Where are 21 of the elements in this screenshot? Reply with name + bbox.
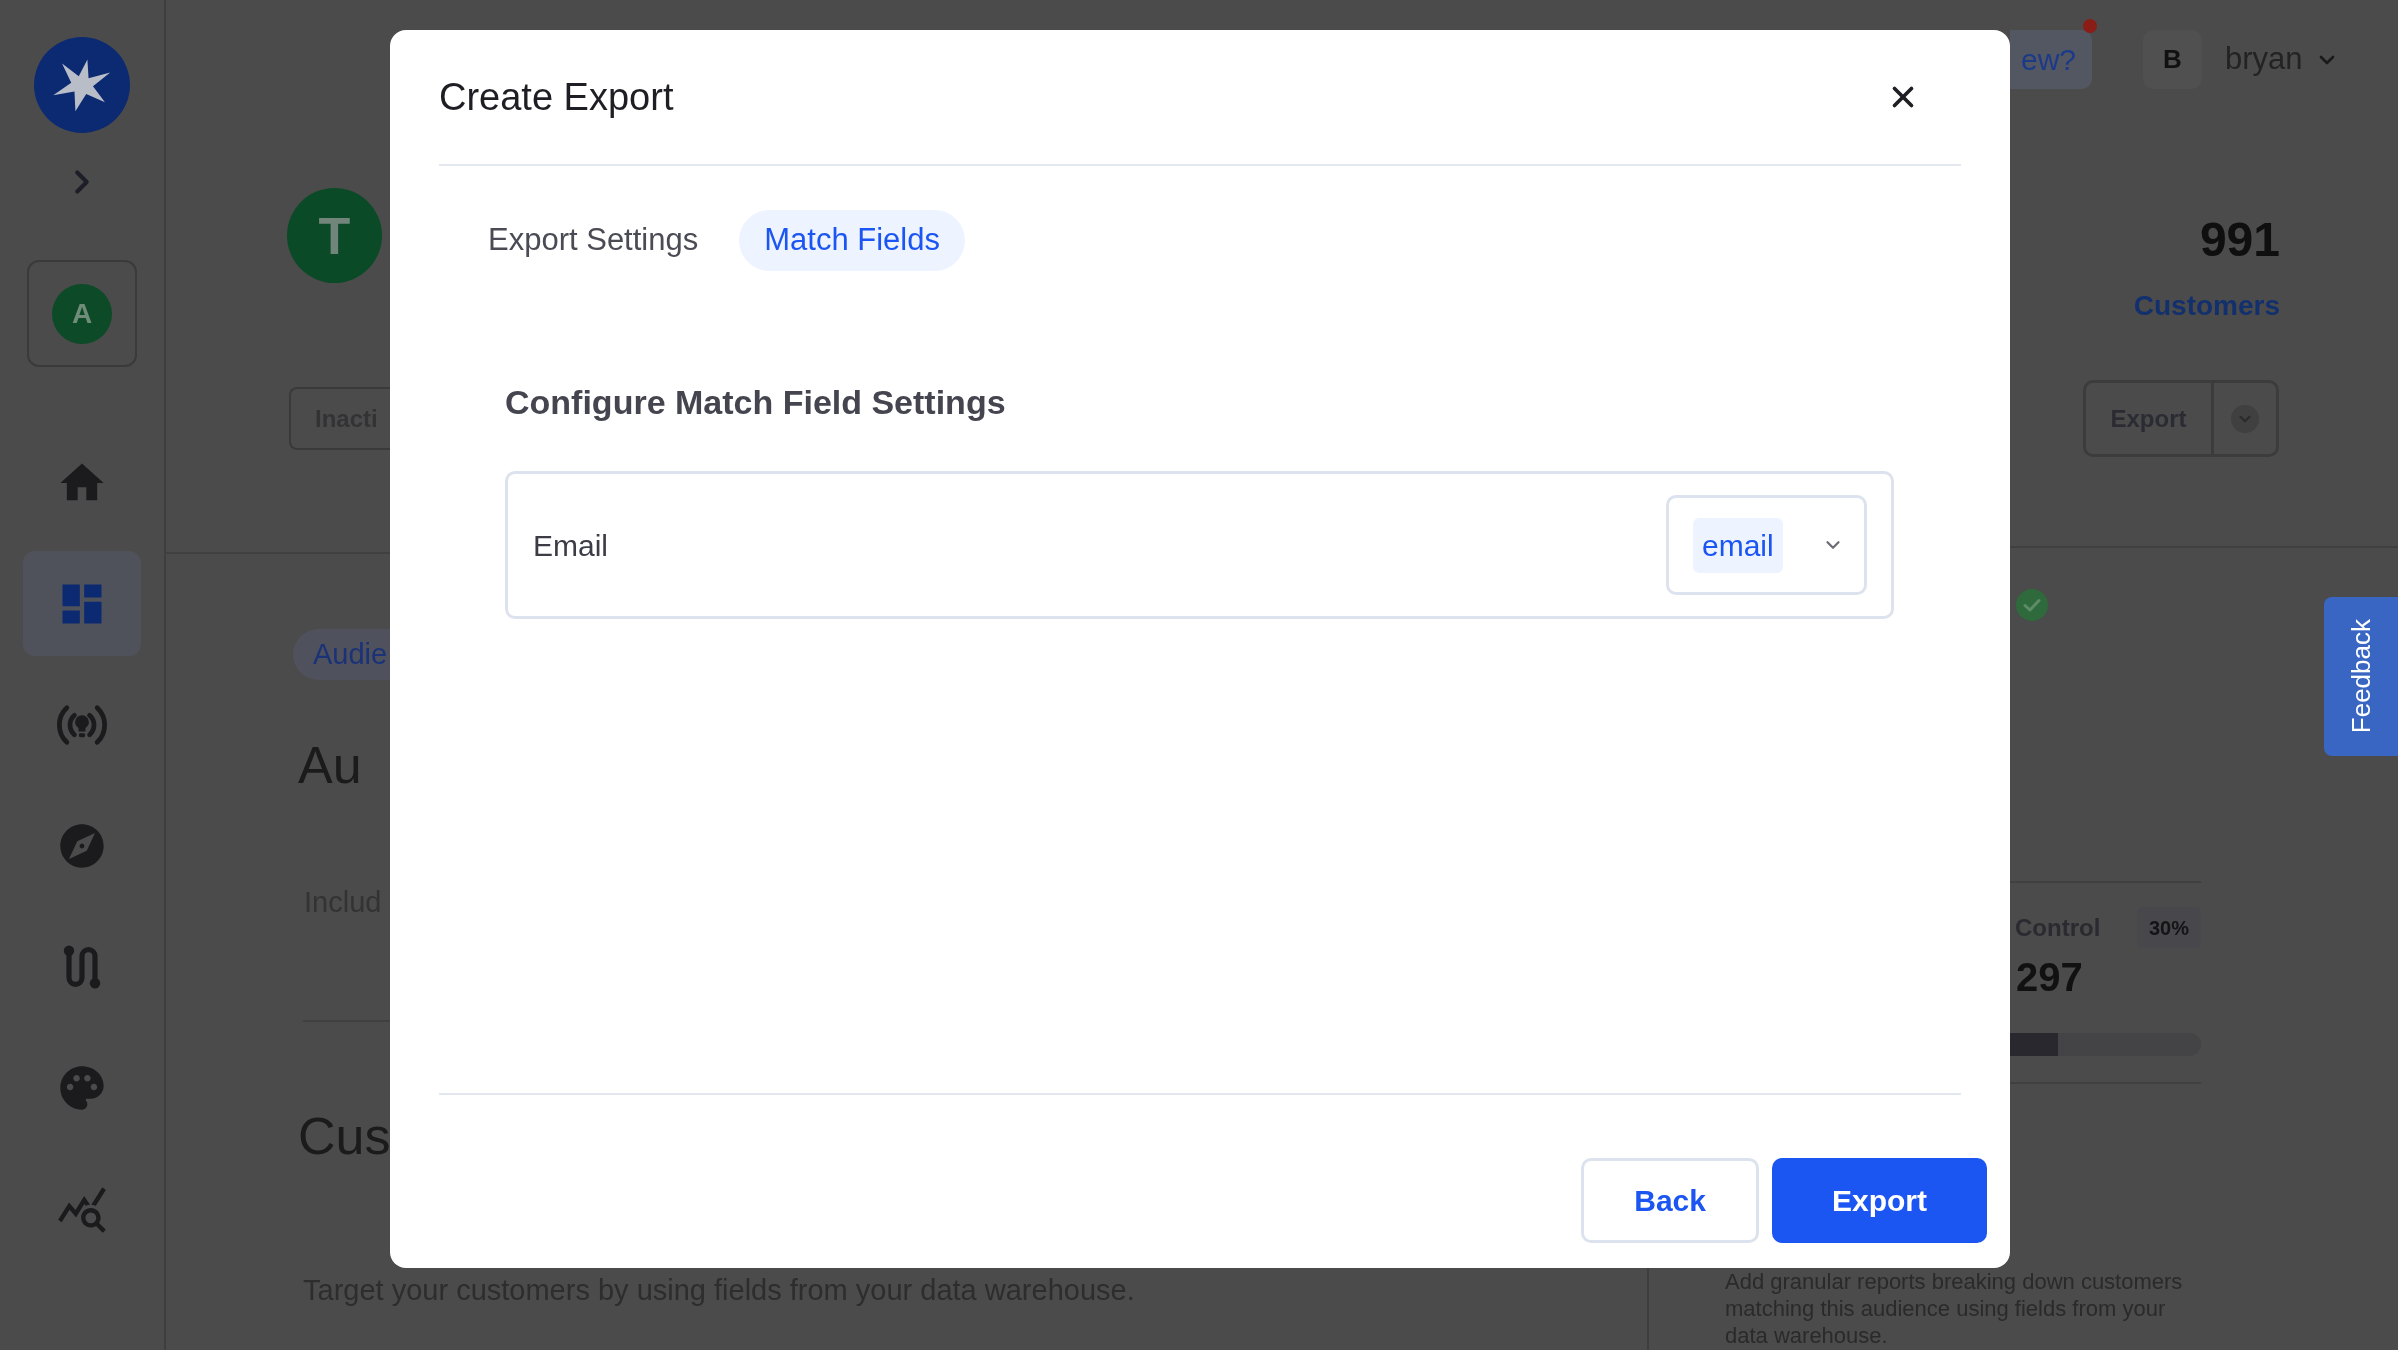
nav-item[interactable] (23, 551, 141, 656)
customer-count: 991 (2198, 212, 2280, 268)
dialog-tab[interactable]: Match Fields (739, 210, 965, 271)
chevron-down-icon (2231, 404, 2259, 433)
dialog-title: Create Export (439, 74, 674, 120)
export-button[interactable]: Export (1772, 1158, 1987, 1243)
check-circle-icon (2016, 589, 2048, 621)
selected-value-tag: email (1693, 517, 1783, 573)
logo-icon (34, 37, 130, 133)
customer-count-label: Customers (2132, 289, 2280, 323)
user-avatar: B (2143, 30, 2202, 89)
account-avatar: A (52, 283, 112, 344)
feedback-tab[interactable]: Feedback (2324, 597, 2398, 756)
field-select[interactable]: email (1666, 495, 1867, 595)
field-label: Email (533, 527, 608, 564)
audience-avatar: T (287, 188, 382, 283)
dialog-tab[interactable]: Export Settings (463, 210, 724, 271)
back-button[interactable]: Back (1581, 1158, 1759, 1243)
account-switcher[interactable]: A (27, 260, 137, 367)
group-count: 297 (2015, 955, 2083, 999)
section-heading: Configure Match Field Settings (505, 382, 1006, 422)
